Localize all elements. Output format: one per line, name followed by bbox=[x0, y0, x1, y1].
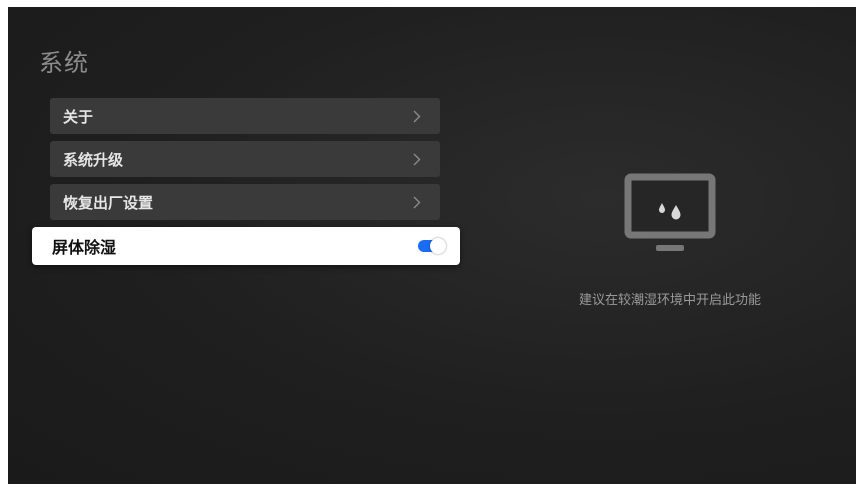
dehumidify-toggle[interactable] bbox=[418, 238, 446, 254]
toggle-knob bbox=[430, 238, 446, 254]
settings-screen: 系统 关于 系统升级 恢复出厂设置 屏体除湿 建议在较潮湿环境中开启此功能 bbox=[8, 7, 856, 484]
menu-item-label: 关于 bbox=[63, 107, 94, 126]
page-title: 系统 bbox=[39, 49, 89, 77]
menu-item-system-upgrade[interactable]: 系统升级 bbox=[50, 141, 440, 177]
chevron-right-icon bbox=[410, 109, 424, 123]
menu-item-about[interactable]: 关于 bbox=[50, 98, 440, 134]
chevron-right-icon bbox=[410, 152, 424, 166]
dehumidify-hint-text: 建议在较潮湿环境中开启此功能 bbox=[578, 293, 761, 308]
menu-item-label: 系统升级 bbox=[63, 150, 124, 169]
tv-water-drops-icon bbox=[622, 173, 718, 257]
menu-item-label: 恢复出厂设置 bbox=[63, 193, 154, 212]
chevron-right-icon bbox=[410, 195, 424, 209]
menu-item-factory-reset[interactable]: 恢复出厂设置 bbox=[50, 184, 440, 220]
menu-item-label: 屏体除湿 bbox=[52, 238, 117, 257]
menu-item-screen-dehumidify[interactable]: 屏体除湿 bbox=[32, 227, 460, 265]
